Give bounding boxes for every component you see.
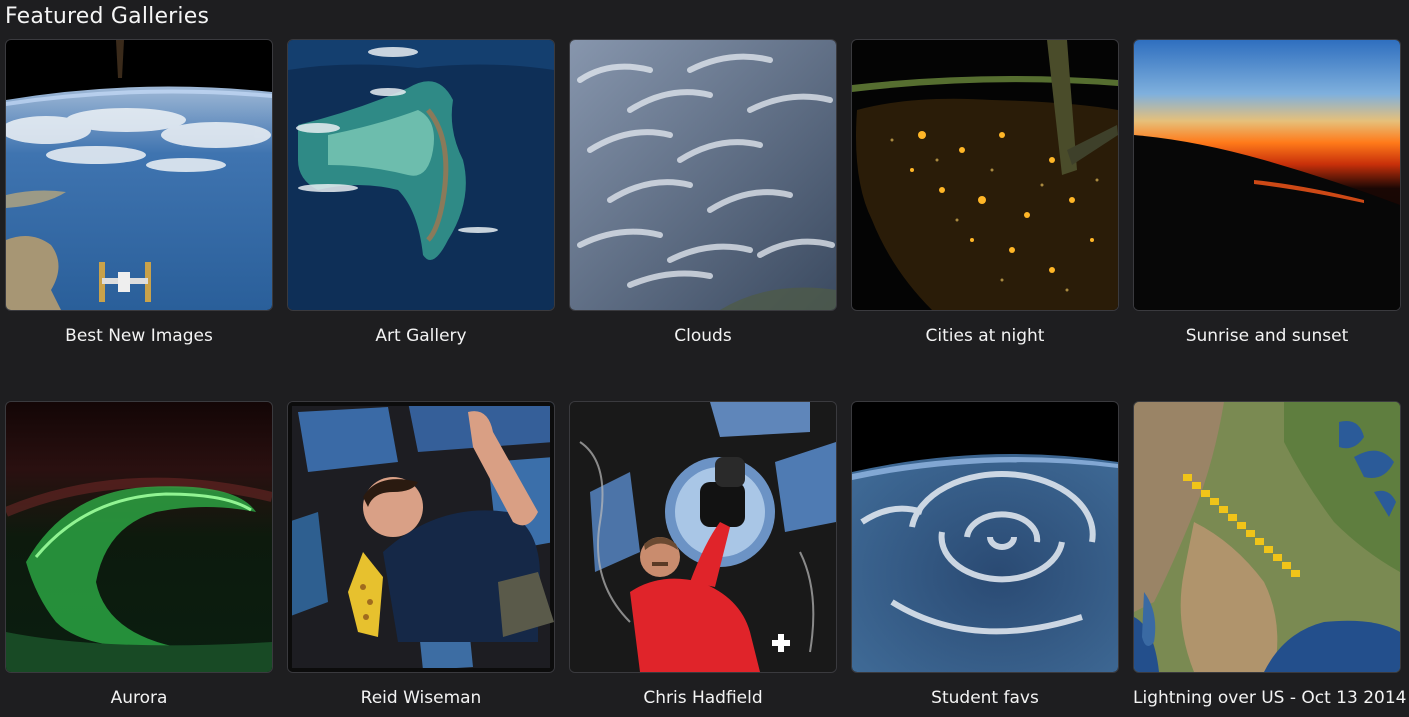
featured-galleries-page: Featured Galleries Best New Images Art G… (0, 0, 1409, 717)
gallery-label: Aurora (110, 688, 168, 708)
astronaut-portrait-image (287, 401, 555, 673)
gallery-tile-art-gallery[interactable]: Art Gallery (287, 39, 555, 346)
page-title: Featured Galleries (5, 4, 210, 29)
gallery-label: Chris Hadfield (643, 688, 763, 708)
gallery-label: Sunrise and sunset (1185, 326, 1349, 346)
gallery-label: Cities at night (925, 326, 1045, 346)
island-from-orbit-image (287, 39, 555, 311)
city-lights-at-night-image (851, 39, 1119, 311)
gallery-label: Best New Images (65, 326, 213, 346)
gallery-label: Art Gallery (375, 326, 467, 346)
gallery-tile-reid-wiseman[interactable]: Reid Wiseman (287, 401, 555, 708)
gallery-label: Student favs (931, 688, 1039, 708)
gallery-label: Lightning over US - Oct 13 2014 (1133, 688, 1407, 708)
gallery-tile-clouds[interactable]: Clouds (569, 39, 837, 346)
earth-with-space-station-image (5, 39, 273, 311)
lightning-map-image (1133, 401, 1401, 673)
gallery-tile-lightning-over-us[interactable]: Lightning over US - Oct 13 2014 (1133, 401, 1407, 708)
orbital-sunset-image (1133, 39, 1401, 311)
gallery-tile-student-favs[interactable]: Student favs (851, 401, 1119, 708)
gallery-tile-chris-hadfield[interactable]: Chris Hadfield (569, 401, 837, 708)
clouds-image (569, 39, 837, 311)
gallery-tile-sunrise-and-sunset[interactable]: Sunrise and sunset (1133, 39, 1401, 346)
aurora-image (5, 401, 273, 673)
gallery-tile-best-new-images[interactable]: Best New Images (5, 39, 273, 346)
gallery-label: Clouds (674, 326, 732, 346)
gallery-label: Reid Wiseman (360, 688, 482, 708)
gallery-tile-aurora[interactable]: Aurora (5, 401, 273, 708)
hurricane-image (851, 401, 1119, 673)
gallery-tile-cities-at-night[interactable]: Cities at night (851, 39, 1119, 346)
astronaut-with-camera-image (569, 401, 837, 673)
